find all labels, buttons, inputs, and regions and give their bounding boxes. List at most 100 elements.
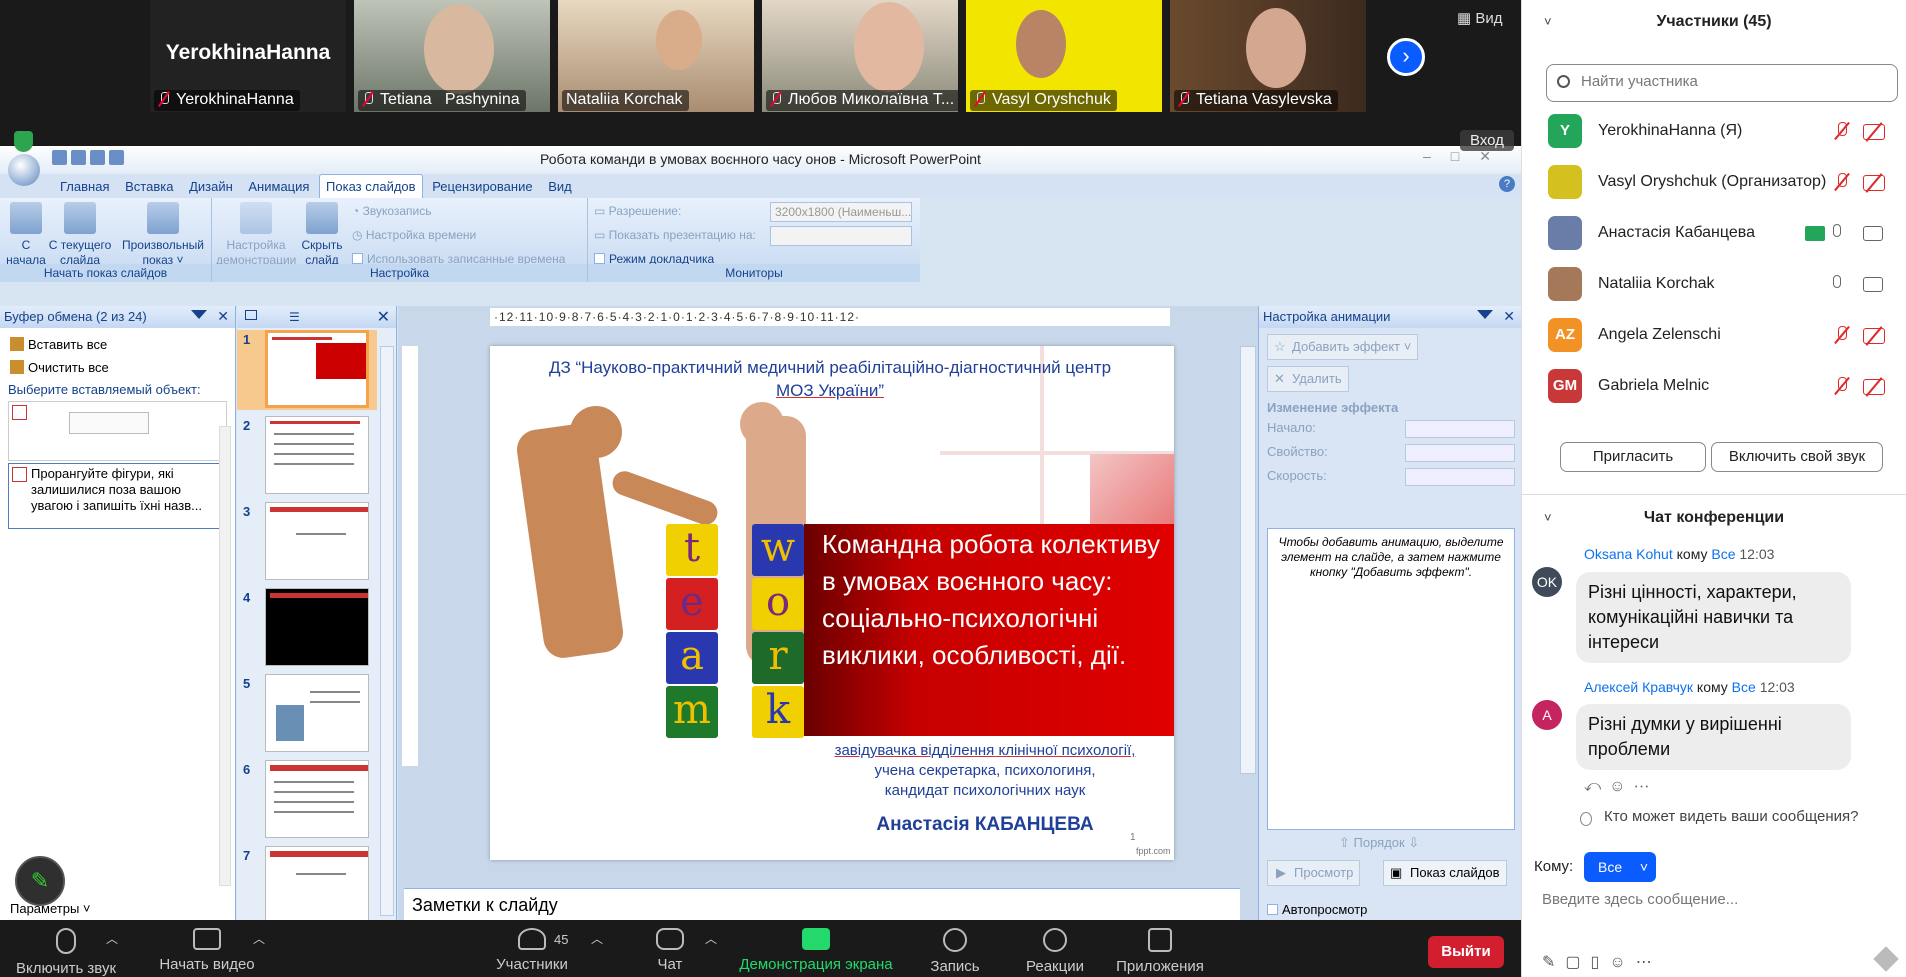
- more-icon[interactable]: ⋯: [1636, 954, 1662, 971]
- reactions-button[interactable]: Реакции: [1024, 924, 1086, 975]
- leave-button[interactable]: Выйти: [1428, 936, 1504, 968]
- speed-select[interactable]: [1405, 468, 1515, 486]
- view-button[interactable]: ▦ Вид: [1457, 9, 1502, 27]
- collapse-chevron-icon[interactable]: ˅: [1544, 0, 1552, 44]
- format-icon[interactable]: ✎: [1542, 954, 1565, 971]
- record-button[interactable]: Запись: [928, 924, 982, 975]
- reorder-control[interactable]: ⇧ Порядок ⇩: [1339, 835, 1419, 851]
- clear-all-button[interactable]: Очистить все: [6, 357, 235, 378]
- enter-button[interactable]: Вход: [1460, 130, 1514, 151]
- close-icon[interactable]: ✕: [217, 308, 229, 325]
- camera-muted-icon[interactable]: [1863, 379, 1885, 395]
- screenshot-icon[interactable]: ▢: [1565, 954, 1590, 971]
- hide-slide-button[interactable]: Скрыть слайд: [300, 202, 344, 268]
- slide-thumb-2[interactable]: 2: [237, 416, 377, 496]
- mic-muted-icon[interactable]: [1833, 173, 1851, 193]
- recipient-select[interactable]: Все ˅: [1584, 852, 1656, 882]
- unmute-button[interactable]: Включить звук: [12, 924, 120, 977]
- slide-canvas[interactable]: ДЗ “Науково-практичний медичний реабіліт…: [490, 346, 1174, 860]
- slide-thumb-6[interactable]: 6: [237, 760, 377, 840]
- video-options-chevron-icon[interactable]: ︿: [253, 930, 265, 947]
- undo-icon[interactable]: [71, 150, 86, 165]
- paste-all-button[interactable]: Вставить все: [6, 334, 235, 355]
- pane-menu-icon[interactable]: [191, 310, 207, 319]
- video-tile-6[interactable]: Tetiana Vasylevska: [1170, 0, 1366, 112]
- record-narration-button[interactable]: ◔ Звукозапись: [352, 204, 432, 218]
- who-can-see-link[interactable]: Кто может видеть ваши сообщения?: [1604, 808, 1858, 825]
- collapse-chevron-icon[interactable]: ˅: [1544, 502, 1552, 534]
- send-icon[interactable]: [1873, 946, 1899, 972]
- tab-design[interactable]: Дизайн: [183, 175, 239, 198]
- from-current-button[interactable]: С текущего слайда: [48, 202, 112, 268]
- chat-message[interactable]: Різні цінності, характери, комунікаційні…: [1576, 572, 1851, 663]
- unmute-self-button[interactable]: Включить свой звук: [1711, 442, 1883, 472]
- next-page-arrow-icon[interactable]: ›: [1387, 38, 1425, 76]
- custom-show-button[interactable]: Произвольный показ ˅: [118, 202, 208, 268]
- message-actions[interactable]: ⤺☺⋯: [1584, 778, 1657, 796]
- camera-muted-icon[interactable]: [1863, 328, 1885, 344]
- close-icon[interactable]: ✕: [1503, 308, 1515, 325]
- slideshow-button[interactable]: ▣ Показ слайдов: [1383, 860, 1507, 886]
- start-select[interactable]: [1405, 420, 1515, 438]
- add-effect-button[interactable]: ☆ Добавить эффект ˅: [1267, 334, 1419, 360]
- apps-button[interactable]: Приложения: [1116, 924, 1204, 975]
- participant-row[interactable]: Vasyl Oryshchuk (Организатор): [1522, 157, 1906, 208]
- start-video-button[interactable]: Начать видео: [152, 924, 262, 973]
- show-on-select[interactable]: [770, 226, 912, 246]
- participant-row[interactable]: Y YerokhinaHanna (Я): [1522, 106, 1906, 157]
- from-start-button[interactable]: Сначала: [4, 202, 48, 268]
- chat-options-chevron-icon[interactable]: ︿: [705, 930, 717, 947]
- camera-icon[interactable]: [1863, 226, 1883, 241]
- mic-icon[interactable]: [1833, 275, 1841, 288]
- preview-button[interactable]: ▶ Просмотр: [1267, 860, 1361, 886]
- slideshow-icon[interactable]: [109, 150, 124, 165]
- scrollbar[interactable]: [380, 346, 394, 916]
- close-icon[interactable]: ✕: [377, 307, 390, 327]
- chat-message[interactable]: Різні думки у вирішенні проблеми: [1576, 704, 1851, 770]
- mic-muted-icon[interactable]: [1833, 326, 1851, 346]
- video-tile-1[interactable]: YerokhinaHanna YerokhinaHanna: [150, 0, 346, 112]
- office-button-icon[interactable]: [8, 154, 40, 186]
- clipboard-item[interactable]: Прорангуйте фігури, які залишилися поза …: [8, 463, 227, 529]
- scrollbar[interactable]: [1240, 346, 1256, 774]
- invite-button[interactable]: Пригласить: [1560, 442, 1706, 472]
- slide-thumb-7[interactable]: 7: [237, 846, 377, 920]
- chat-input[interactable]: Введите здесь сообщение...: [1542, 891, 1738, 908]
- participant-row[interactable]: GM Gabriela Melnic: [1522, 361, 1906, 412]
- participant-row[interactable]: Nataliia Korchak: [1522, 259, 1906, 310]
- pane-menu-icon[interactable]: [1477, 310, 1493, 319]
- chat-button[interactable]: Чат: [650, 924, 690, 973]
- save-icon[interactable]: [52, 150, 67, 165]
- notes-field[interactable]: Заметки к слайду: [404, 888, 1240, 920]
- camera-icon[interactable]: [1863, 277, 1883, 292]
- rehearse-timings-button[interactable]: ◷ Настройка времени: [352, 228, 476, 242]
- resolution-select[interactable]: 3200x1800 (Наименьш...: [770, 202, 912, 222]
- tab-insert[interactable]: Вставка: [119, 175, 179, 198]
- video-tile-3[interactable]: Nataliia Korchak: [558, 0, 754, 112]
- setup-show-button[interactable]: Настройка демонстрации: [216, 202, 296, 268]
- video-tile-5[interactable]: Vasyl Oryshchuk: [966, 0, 1162, 112]
- autopreview-checkbox[interactable]: Автопросмотр: [1267, 902, 1367, 917]
- tab-view[interactable]: Вид: [542, 175, 578, 198]
- property-select[interactable]: [1405, 444, 1515, 462]
- encryption-shield-icon[interactable]: [14, 131, 33, 152]
- participant-row[interactable]: Анастасія Кабанцева: [1522, 208, 1906, 259]
- slide-thumb-5[interactable]: 5: [237, 674, 377, 754]
- slide-thumb-4[interactable]: 4: [237, 588, 377, 668]
- annotate-pen-icon[interactable]: ✎: [15, 856, 65, 906]
- emoji-icon[interactable]: ☺: [1609, 954, 1635, 971]
- scrollbar[interactable]: [219, 426, 231, 886]
- participant-search-input[interactable]: Найти участника: [1546, 64, 1898, 102]
- mic-muted-icon[interactable]: [1833, 122, 1851, 142]
- tab-home[interactable]: Главная: [54, 175, 115, 198]
- video-tile-4[interactable]: Любов Миколаївна Т...: [762, 0, 958, 112]
- slides-tab-icon[interactable]: [245, 310, 257, 320]
- participants-options-chevron-icon[interactable]: ︿: [591, 930, 603, 947]
- participant-row[interactable]: AZ Angela Zelenschi: [1522, 310, 1906, 361]
- audio-options-chevron-icon[interactable]: ︿: [106, 930, 118, 947]
- mic-icon[interactable]: [1833, 224, 1841, 237]
- share-screen-button[interactable]: Демонстрация экрана: [738, 924, 894, 973]
- file-icon[interactable]: ▯: [1591, 954, 1610, 971]
- mic-muted-icon[interactable]: [1833, 377, 1851, 397]
- video-tile-2[interactable]: Tetiana Pashynina: [354, 0, 550, 112]
